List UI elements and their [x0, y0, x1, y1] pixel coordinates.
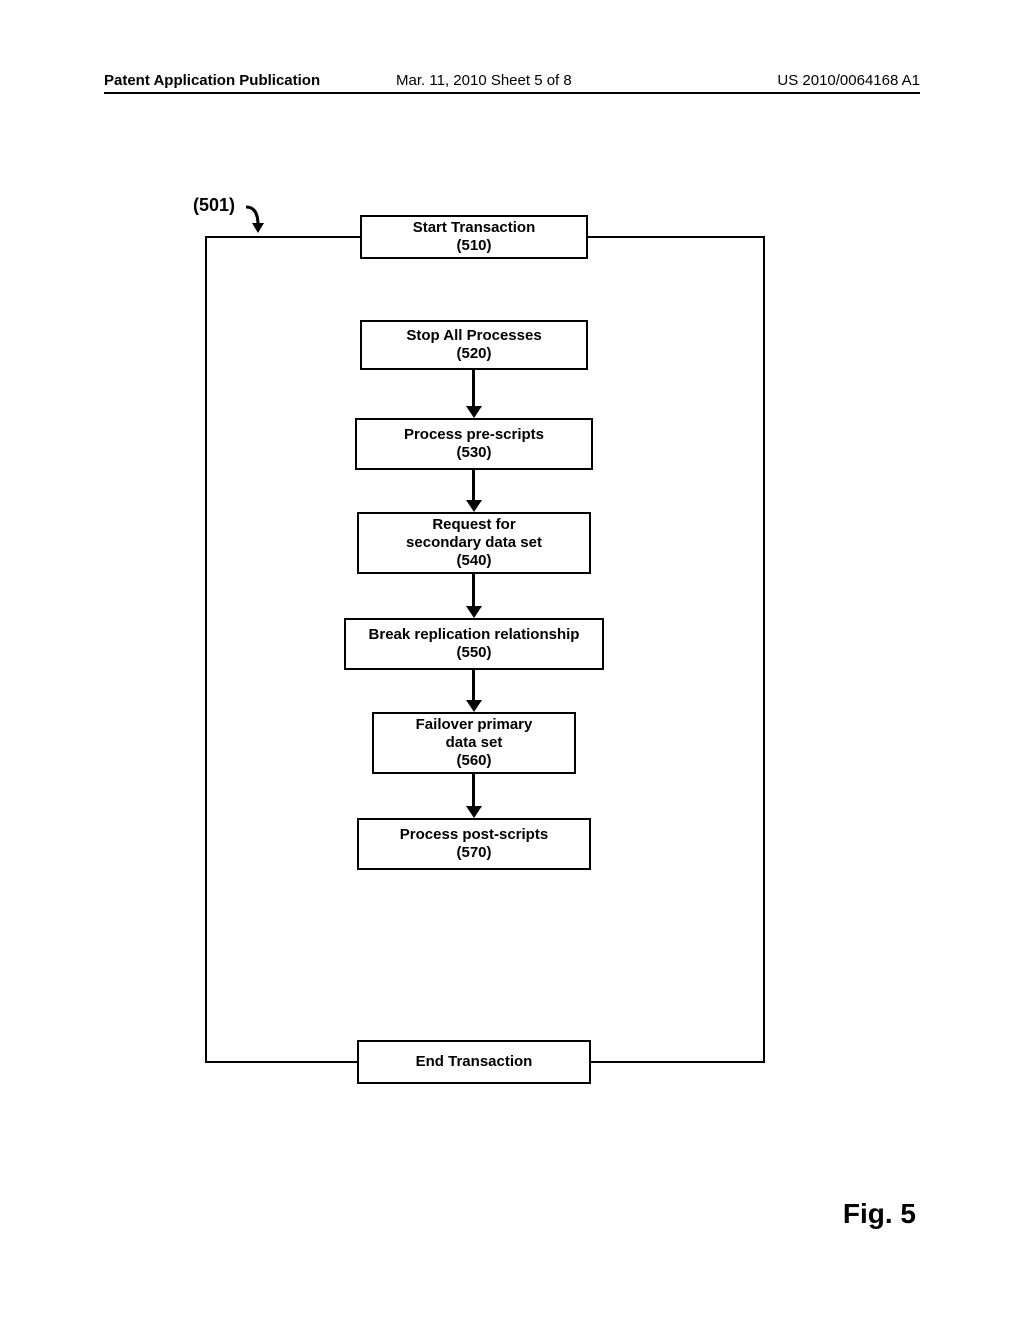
box-start-transaction: Start Transaction (510) [360, 215, 588, 259]
header-left: Patent Application Publication [104, 72, 320, 89]
box-end-transaction: End Transaction [357, 1040, 591, 1084]
box-fail-line3: (560) [456, 752, 491, 770]
header-rule [104, 92, 920, 94]
box-pre-line1: Process pre-scripts [404, 426, 544, 444]
ref-501-arrow-icon [244, 205, 270, 235]
box-end-line1: End Transaction [416, 1053, 533, 1071]
header-right: US 2010/0064168 A1 [777, 72, 920, 89]
arrow-540-550 [472, 574, 476, 618]
box-post-line1: Process post-scripts [400, 826, 548, 844]
arrow-520-530 [472, 370, 476, 418]
box-fail-line2: data set [446, 734, 503, 752]
figure-label: Fig. 5 [843, 1198, 916, 1230]
box-post-scripts: Process post-scripts (570) [357, 818, 591, 870]
box-failover: Failover primary data set (560) [372, 712, 576, 774]
box-post-line2: (570) [456, 844, 491, 862]
box-req-line1: Request for [432, 516, 515, 534]
box-start-line2: (510) [456, 237, 491, 255]
arrow-560-570 [472, 774, 476, 818]
box-req-line2: secondary data set [406, 534, 542, 552]
arrow-530-540 [472, 470, 476, 512]
ref-501-label: (501) [193, 195, 235, 216]
box-break-replication: Break replication relationship (550) [344, 618, 604, 670]
box-fail-line1: Failover primary [416, 716, 533, 734]
header: Patent Application Publication Mar. 11, … [0, 72, 1024, 98]
box-request-secondary: Request for secondary data set (540) [357, 512, 591, 574]
box-stop-line1: Stop All Processes [406, 327, 541, 345]
box-pre-scripts: Process pre-scripts (530) [355, 418, 593, 470]
box-req-line3: (540) [456, 552, 491, 570]
box-stop-processes: Stop All Processes (520) [360, 320, 588, 370]
box-stop-line2: (520) [456, 345, 491, 363]
page: Patent Application Publication Mar. 11, … [0, 0, 1024, 1320]
box-start-line1: Start Transaction [413, 219, 536, 237]
box-pre-line2: (530) [456, 444, 491, 462]
box-break-line2: (550) [456, 644, 491, 662]
header-mid: Mar. 11, 2010 Sheet 5 of 8 [396, 72, 572, 89]
arrow-550-560 [472, 670, 476, 712]
box-break-line1: Break replication relationship [369, 626, 580, 644]
